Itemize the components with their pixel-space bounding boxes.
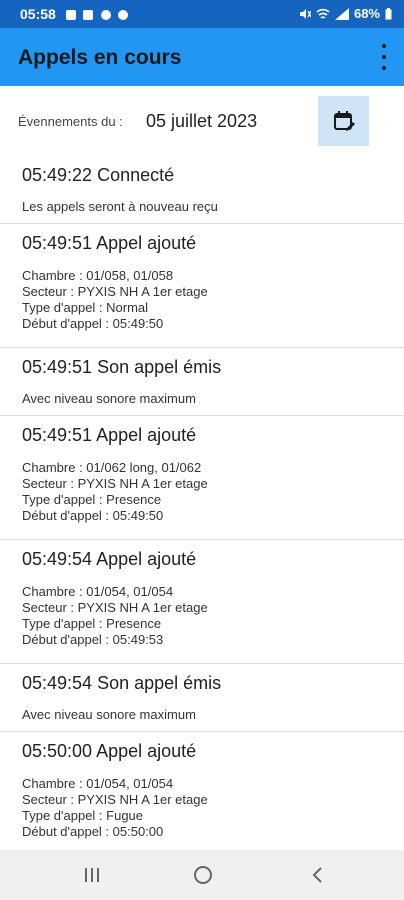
battery-icon	[385, 7, 392, 19]
more-dot	[382, 66, 386, 70]
more-dot	[382, 44, 386, 48]
event-detail: Secteur : PYXIS NH A 1er etage	[22, 600, 208, 615]
mute-icon	[299, 8, 311, 19]
photo-icon	[83, 10, 94, 20]
home-icon	[194, 866, 212, 884]
date-value: 05 juillet 2023	[146, 111, 258, 131]
event-item: 05:49:22 Connecté Les appels seront à nou…	[0, 156, 404, 224]
event-title: 05:49:51 Son appel émis	[22, 357, 222, 377]
event-detail: Avec niveau sonore maximum	[22, 391, 196, 406]
gallery-icon	[66, 10, 76, 20]
event-item: 05:50:00 Appel ajouté Chambre : 01/054, 0…	[0, 732, 404, 856]
recents-button[interactable]	[72, 862, 112, 888]
wifi-icon	[316, 8, 330, 19]
more-dot	[382, 55, 386, 59]
signal-icon	[334, 7, 349, 20]
calendar-edit-icon	[333, 111, 355, 131]
event-detail: Avec niveau sonore maximum	[22, 707, 196, 722]
event-detail: Début d'appel : 05:49:53	[22, 632, 164, 647]
event-title: 05:49:54 Son appel émis	[22, 673, 222, 693]
event-detail: Secteur : PYXIS NH A 1er etage	[22, 476, 208, 491]
app-bar: Appels en cours	[0, 28, 404, 86]
event-item: 05:49:51 Appel ajouté Chambre : 01/058, 0…	[0, 224, 404, 348]
event-detail: Chambre : 01/054, 01/054	[22, 584, 174, 599]
event-detail: Chambre : 01/054, 01/054	[22, 776, 174, 791]
recents-icon	[85, 868, 99, 882]
status-bar: 05:58 68%	[0, 0, 404, 28]
event-detail: Début d'appel : 05:49:50	[22, 508, 164, 523]
event-title: 05:50:00 Appel ajouté	[22, 741, 197, 761]
home-button[interactable]	[183, 862, 223, 888]
back-icon	[312, 867, 322, 883]
event-detail: Secteur : PYXIS NH A 1er etage	[22, 284, 208, 299]
event-detail: Début d'appel : 05:49:50	[22, 316, 164, 331]
event-detail: Chambre : 01/058, 01/058	[22, 268, 174, 283]
event-title: 05:49:51 Appel ajouté	[22, 425, 197, 445]
navigation-bar	[0, 850, 404, 900]
event-title: 05:49:54 Appel ajouté	[22, 549, 197, 569]
event-list: 05:49:22 Connecté Les appels seront à nou…	[0, 156, 404, 856]
event-detail: Type d'appel : Presence	[22, 492, 162, 507]
message-icon	[118, 10, 129, 20]
back-button[interactable]	[298, 862, 338, 888]
page-title: Appels en cours	[18, 46, 182, 69]
event-item: 05:49:54 Son appel émis Avec niveau sonor…	[0, 664, 404, 732]
event-title: 05:49:51 Appel ajouté	[22, 233, 197, 253]
status-right: 68%	[294, 6, 392, 21]
event-detail: Type d'appel : Fugue	[22, 808, 144, 823]
event-detail: Les appels seront à nouveau reçu	[22, 199, 218, 214]
date-label: Évennements du :	[18, 114, 123, 129]
event-detail: Début d'appel : 05:50:00	[22, 824, 164, 839]
event-item: 05:49:51 Appel ajouté Chambre : 01/062 lo…	[0, 416, 404, 540]
calendar-button[interactable]	[318, 96, 369, 146]
event-detail: Secteur : PYXIS NH A 1er etage	[22, 792, 208, 807]
event-title: 05:49:22 Connecté	[22, 165, 175, 185]
whatsapp-icon	[100, 10, 111, 20]
event-detail: Type d'appel : Normal	[22, 300, 149, 315]
more-vert-icon[interactable]	[380, 44, 388, 70]
event-detail: Type d'appel : Presence	[22, 616, 162, 631]
notification-icons	[66, 7, 131, 25]
battery-level: 68%	[353, 6, 380, 21]
event-item: 05:49:51 Son appel émis Avec niveau sonor…	[0, 348, 404, 416]
date-filter: Évennements du : 05 juillet 2023	[0, 86, 404, 156]
status-time: 05:58	[20, 6, 56, 22]
event-detail: Chambre : 01/062 long, 01/062	[22, 460, 202, 475]
event-item: 05:49:54 Appel ajouté Chambre : 01/054, 0…	[0, 540, 404, 664]
